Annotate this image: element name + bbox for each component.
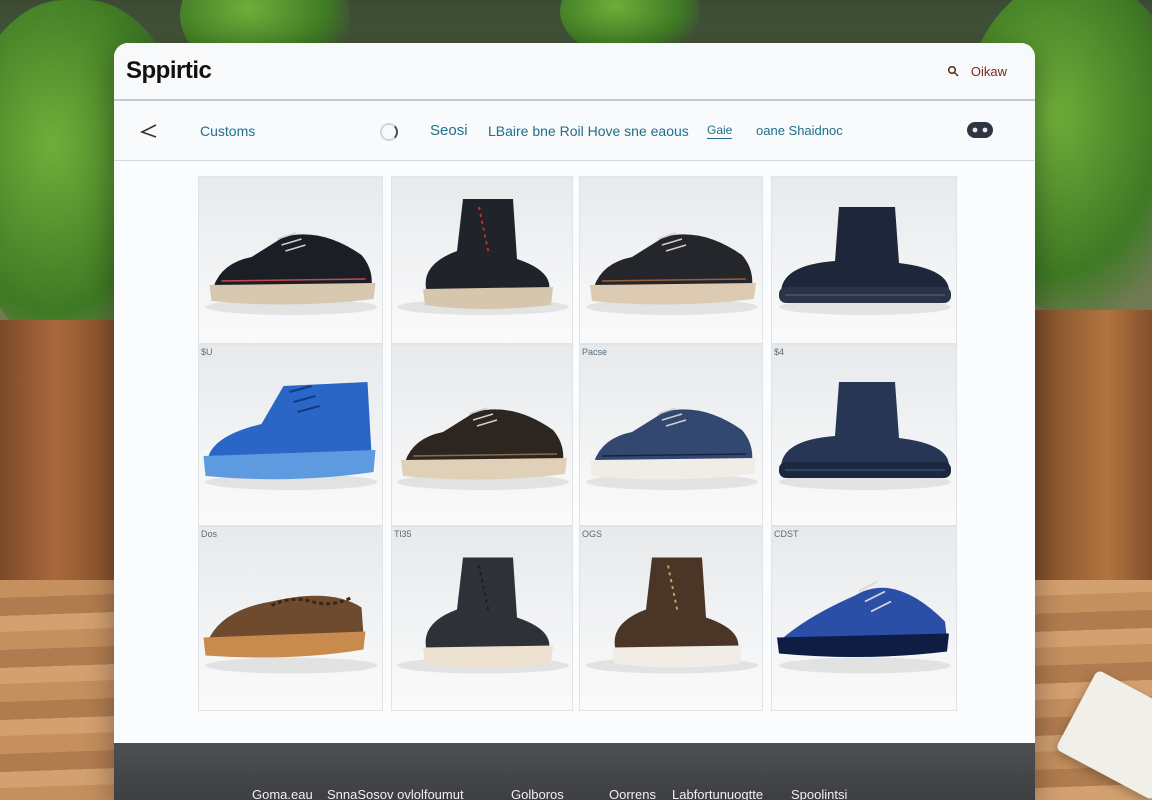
header: Sppirtic Oikaw bbox=[114, 43, 1035, 101]
price-tag: $4 bbox=[774, 347, 785, 357]
nav-link-search[interactable]: Seosi bbox=[430, 122, 468, 139]
price-tag: OGS bbox=[582, 529, 603, 539]
product-card[interactable]: Dos bbox=[198, 526, 383, 711]
product-card[interactable] bbox=[198, 176, 383, 344]
footer-link[interactable]: Golboros bbox=[511, 787, 564, 800]
price-tag: Pacse bbox=[582, 347, 608, 357]
nav-link-customs[interactable]: Customs bbox=[200, 123, 255, 139]
product-card[interactable]: Pacse bbox=[579, 344, 763, 526]
footer-link[interactable]: Oorrens bbox=[609, 787, 656, 800]
search-icon[interactable] bbox=[947, 65, 959, 77]
product-card[interactable] bbox=[391, 344, 573, 526]
product-card[interactable] bbox=[579, 176, 763, 344]
black-oxford-shoe-image bbox=[586, 232, 758, 315]
product-card[interactable] bbox=[771, 176, 957, 344]
account-label[interactable]: Oikaw bbox=[971, 64, 1007, 79]
footer-link[interactable]: Labfortunuogtte bbox=[672, 787, 763, 800]
blue-clog-image bbox=[777, 580, 951, 674]
navy-slip-on-sneaker-image bbox=[586, 407, 758, 490]
footer-link[interactable]: Spoolintsi bbox=[791, 787, 847, 800]
gamepad-icon[interactable] bbox=[966, 119, 994, 141]
site-logo[interactable]: Sppirtic bbox=[126, 57, 212, 85]
product-card[interactable]: Tl35 bbox=[391, 526, 573, 711]
blue-high-top-sneaker-image bbox=[203, 382, 378, 490]
product-card[interactable]: CDST bbox=[771, 526, 957, 711]
brown-derby-shoe-image bbox=[397, 407, 569, 490]
nav-link-shop[interactable]: oane Shaidnoc bbox=[756, 123, 843, 138]
charcoal-chelsea-boot-image bbox=[397, 557, 569, 674]
price-tag: Dos bbox=[201, 529, 218, 539]
price-tag: $U bbox=[201, 347, 213, 357]
product-card[interactable]: OGS bbox=[579, 526, 763, 711]
nav-link-small[interactable]: Gaie bbox=[707, 123, 733, 139]
black-lace-up-boot-image bbox=[397, 199, 569, 315]
back-arrow-icon[interactable] bbox=[138, 121, 160, 141]
browser-window: Sppirtic Oikaw Customs Seosi LBaire bne … bbox=[114, 43, 1035, 800]
account-menu[interactable]: Oikaw bbox=[947, 64, 1007, 79]
nav-bar: Customs Seosi LBaire bne Roil Hove sne e… bbox=[114, 101, 1035, 161]
product-card[interactable]: $U bbox=[198, 344, 383, 526]
footer: Goma.eau SnnaSosov ovlolfoumut Golboros Oor… bbox=[114, 743, 1035, 800]
brown-lace-boot-image bbox=[586, 557, 758, 674]
navy-ankle-bootie-image bbox=[779, 207, 951, 315]
black-derby-shoe-image bbox=[205, 232, 378, 315]
navy-knit-bootie-image bbox=[779, 382, 951, 490]
price-tag: CDST bbox=[774, 529, 799, 539]
brown-woven-loafer-image bbox=[203, 595, 378, 674]
product-card[interactable] bbox=[391, 176, 573, 344]
loading-spinner-icon bbox=[380, 123, 398, 141]
price-tag: Tl35 bbox=[394, 529, 412, 539]
footer-link[interactable]: SnnaSosov ovlolfoumut bbox=[327, 787, 464, 800]
nav-link-promo[interactable]: LBaire bne Roil Hove sne eaous bbox=[488, 123, 689, 139]
product-card[interactable]: $4 bbox=[771, 344, 957, 526]
footer-link[interactable]: Goma.eau bbox=[252, 787, 313, 800]
